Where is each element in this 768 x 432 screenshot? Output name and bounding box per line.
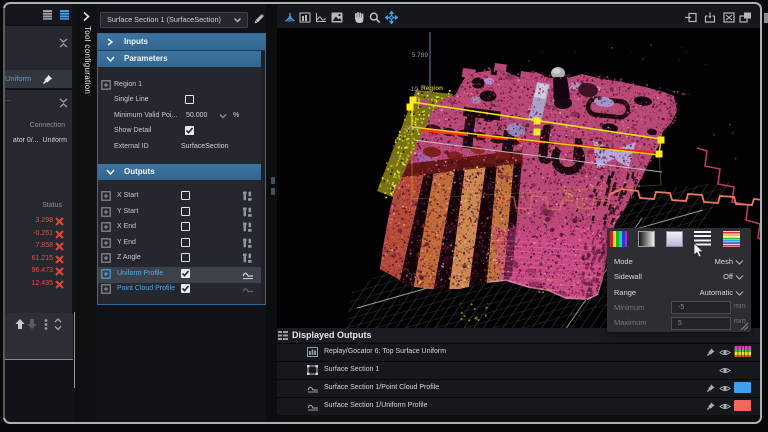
svg-text:-10: -10 [395, 156, 404, 162]
svg-text:-10: -10 [409, 86, 419, 93]
svg-text:Region: Region [421, 85, 443, 92]
svg-text:5.789: 5.789 [412, 52, 429, 59]
